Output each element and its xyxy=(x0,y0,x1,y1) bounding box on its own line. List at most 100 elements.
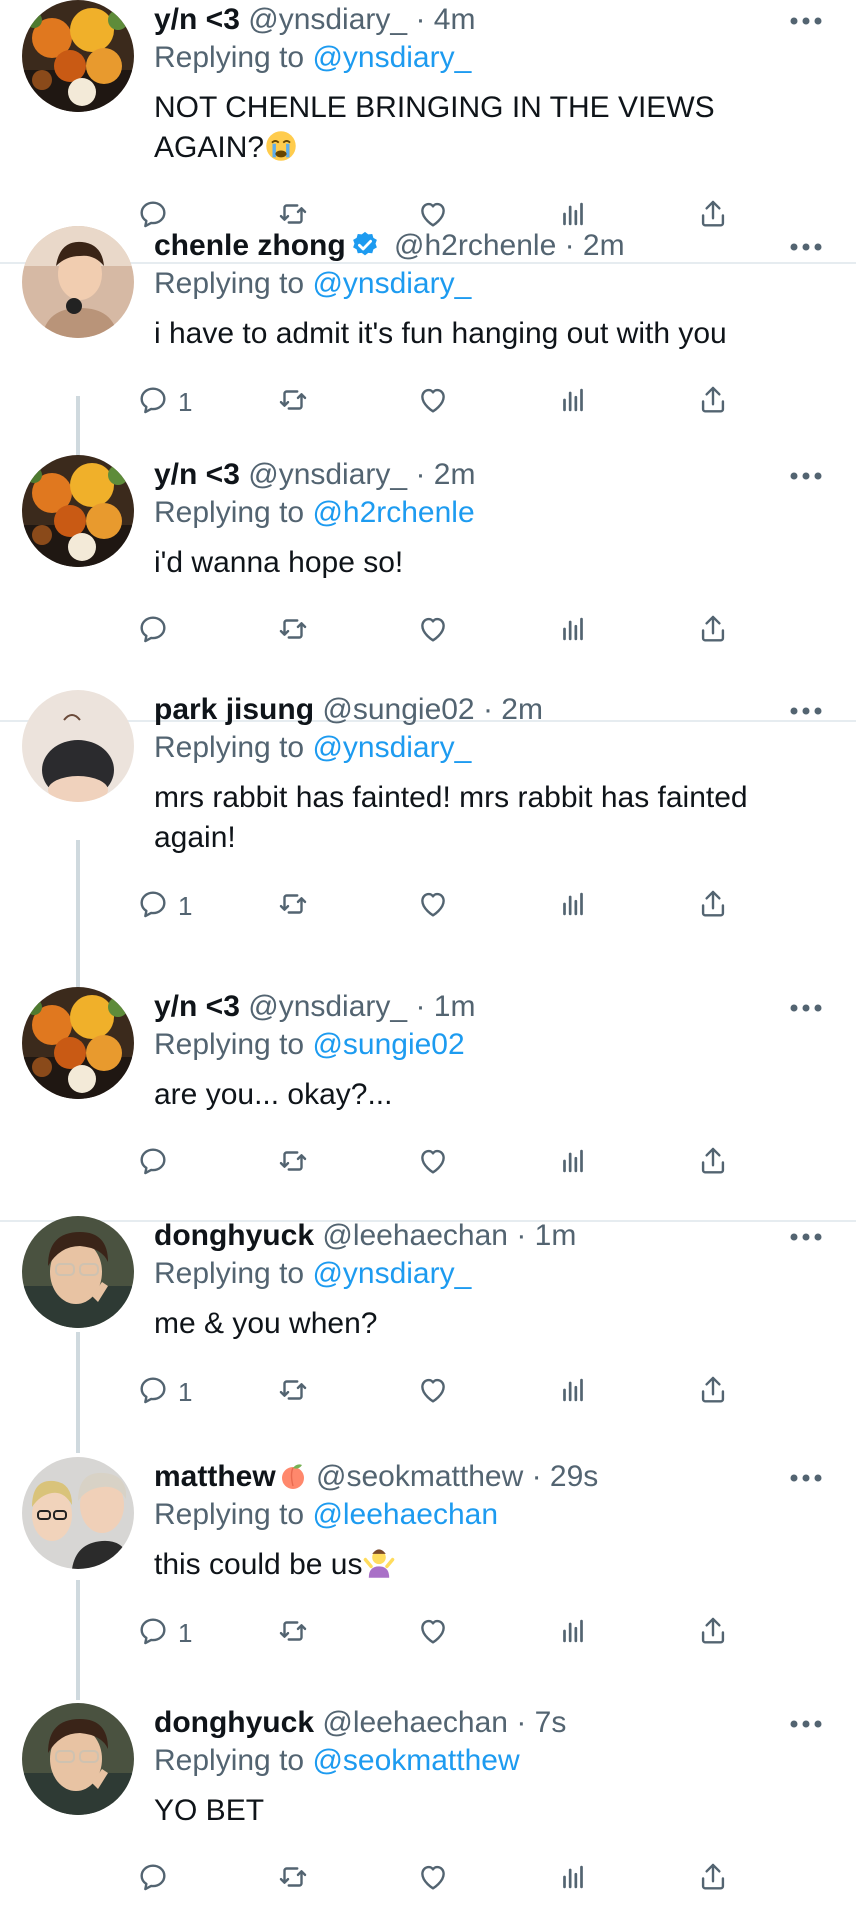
tweet[interactable]: matthew @seokmatthew · 29s Replying to @l… xyxy=(0,1457,856,1677)
replying-to-handle[interactable]: @ynsdiary_ xyxy=(312,731,471,764)
tweet[interactable]: park jisung @sungie02 · 2m Replying to @y… xyxy=(0,690,856,921)
replying-to-handle[interactable]: @leehaechan xyxy=(312,1498,498,1531)
views-button[interactable] xyxy=(556,611,590,651)
display-name[interactable]: donghyuck xyxy=(154,1706,314,1739)
avatar[interactable] xyxy=(22,455,134,567)
like-button[interactable] xyxy=(416,382,450,422)
share-button[interactable] xyxy=(696,1613,730,1653)
views-button[interactable] xyxy=(556,382,590,422)
user-handle[interactable]: @seokmatthew xyxy=(316,1460,523,1493)
display-name[interactable]: park jisung xyxy=(154,693,314,726)
more-icon[interactable] xyxy=(786,469,826,483)
display-name[interactable]: y/n <3 xyxy=(154,3,240,36)
retweet-button[interactable] xyxy=(276,611,310,651)
share-icon xyxy=(696,1373,730,1412)
avatar[interactable] xyxy=(22,987,134,1099)
share-button[interactable] xyxy=(696,1143,730,1183)
retweet-button[interactable] xyxy=(276,1143,310,1183)
avatar[interactable] xyxy=(22,1457,134,1569)
tweet[interactable]: y/n <3 @ynsdiary_ · 2m Replying to @h2rch… xyxy=(0,455,856,675)
views-button[interactable] xyxy=(556,1859,590,1899)
user-handle[interactable]: @h2rchenle xyxy=(394,229,556,262)
tweet[interactable]: chenle zhong @h2rchenle · 2m Replying to … xyxy=(0,226,856,446)
timestamp[interactable]: · 2m xyxy=(415,458,475,491)
user-handle[interactable]: @sungie02 xyxy=(322,693,474,726)
reply-button[interactable] xyxy=(136,611,178,651)
more-icon[interactable] xyxy=(786,14,826,28)
share-button[interactable] xyxy=(696,1372,730,1412)
avatar[interactable] xyxy=(22,1216,134,1328)
more-icon[interactable] xyxy=(786,1230,826,1244)
tweet[interactable]: y/n <3 @ynsdiary_ · 4m Replying to @ynsdi… xyxy=(0,0,856,227)
timestamp[interactable]: · 2m xyxy=(565,229,625,262)
share-button[interactable] xyxy=(696,611,730,651)
user-handle[interactable]: @ynsdiary_ xyxy=(248,458,407,491)
retweet-button[interactable] xyxy=(276,1859,310,1899)
timestamp[interactable]: · 29s xyxy=(532,1460,599,1493)
views-button[interactable] xyxy=(556,1613,590,1653)
reply-icon xyxy=(136,1373,170,1412)
replying-to: Replying to @sungie02 xyxy=(154,1027,465,1063)
views-icon xyxy=(556,1144,590,1183)
retweet-button[interactable] xyxy=(276,1613,310,1653)
more-icon[interactable] xyxy=(786,1471,826,1485)
display-name[interactable]: y/n <3 xyxy=(154,458,240,491)
tweet[interactable]: donghyuck @leehaechan · 7s Replying to @s… xyxy=(0,1703,856,1923)
more-icon[interactable] xyxy=(786,1001,826,1015)
reply-button[interactable] xyxy=(136,1143,178,1183)
display-name[interactable]: matthew xyxy=(154,1460,276,1493)
timestamp[interactable]: · 1m xyxy=(415,990,475,1023)
display-name[interactable]: donghyuck xyxy=(154,1219,314,1252)
avatar[interactable] xyxy=(22,226,134,338)
user-handle[interactable]: @leehaechan xyxy=(322,1706,508,1739)
retweet-icon xyxy=(276,887,310,926)
timestamp[interactable]: · 7s xyxy=(516,1706,566,1739)
views-button[interactable] xyxy=(556,1143,590,1183)
user-handle[interactable]: @ynsdiary_ xyxy=(248,990,407,1023)
more-icon[interactable] xyxy=(786,240,826,254)
retweet-icon xyxy=(276,1144,310,1183)
avatar[interactable] xyxy=(22,0,134,112)
more-icon[interactable] xyxy=(786,704,826,718)
like-button[interactable] xyxy=(416,611,450,651)
retweet-button[interactable] xyxy=(276,1372,310,1412)
user-handle[interactable]: @leehaechan xyxy=(322,1219,508,1252)
timestamp[interactable]: · 1m xyxy=(516,1219,576,1252)
tweet[interactable]: donghyuck @leehaechan · 1m Replying to @y… xyxy=(0,1216,856,1436)
share-button[interactable] xyxy=(696,382,730,422)
replying-to-handle[interactable]: @ynsdiary_ xyxy=(312,41,471,74)
display-name[interactable]: y/n <3 xyxy=(154,990,240,1023)
replying-to-handle[interactable]: @ynsdiary_ xyxy=(312,1257,471,1290)
like-button[interactable] xyxy=(416,1859,450,1899)
share-button[interactable] xyxy=(696,1859,730,1899)
reply-button[interactable] xyxy=(136,1859,178,1899)
reply-icon xyxy=(136,1860,170,1899)
tweet[interactable]: y/n <3 @ynsdiary_ · 1m Replying to @sungi… xyxy=(0,987,856,1207)
more-icon[interactable] xyxy=(786,1717,826,1731)
reply-button[interactable]: 1 xyxy=(136,1372,192,1412)
user-handle[interactable]: @ynsdiary_ xyxy=(248,3,407,36)
replying-to-handle[interactable]: @seokmatthew xyxy=(312,1744,519,1777)
replying-to-handle[interactable]: @sungie02 xyxy=(312,1028,464,1061)
views-button[interactable] xyxy=(556,886,590,926)
like-button[interactable] xyxy=(416,1613,450,1653)
avatar[interactable] xyxy=(22,1703,134,1815)
reply-button[interactable]: 1 xyxy=(136,886,192,926)
share-button[interactable] xyxy=(696,886,730,926)
reply-button[interactable]: 1 xyxy=(136,382,192,422)
reply-button[interactable]: 1 xyxy=(136,1613,192,1653)
views-button[interactable] xyxy=(556,1372,590,1412)
tweet-header: donghyuck @leehaechan · 7s xyxy=(154,1705,566,1741)
like-button[interactable] xyxy=(416,1143,450,1183)
replying-to-handle[interactable]: @ynsdiary_ xyxy=(312,267,471,300)
like-button[interactable] xyxy=(416,886,450,926)
avatar[interactable] xyxy=(22,690,134,802)
timestamp[interactable]: · 2m xyxy=(483,693,543,726)
retweet-button[interactable] xyxy=(276,886,310,926)
like-button[interactable] xyxy=(416,1372,450,1412)
retweet-button[interactable] xyxy=(276,382,310,422)
timestamp[interactable]: · 4m xyxy=(415,3,475,36)
replying-to-handle[interactable]: @h2rchenle xyxy=(312,496,474,529)
display-name[interactable]: chenle zhong xyxy=(154,229,346,262)
share-icon xyxy=(696,1144,730,1183)
